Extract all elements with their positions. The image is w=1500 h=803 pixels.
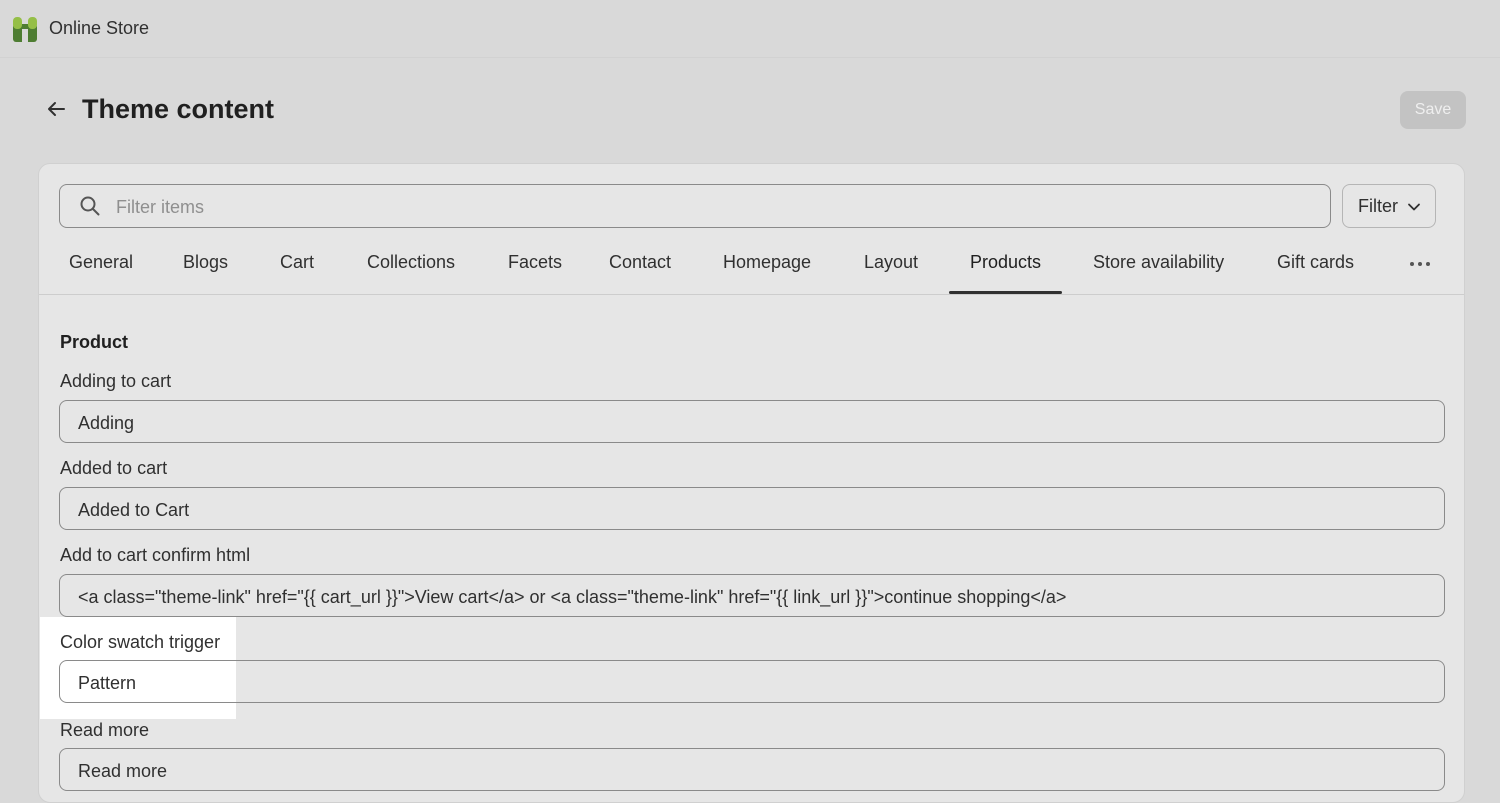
read-more-input[interactable] <box>76 758 1430 784</box>
search-box[interactable] <box>59 184 1331 228</box>
more-horizontal-icon[interactable] <box>1409 260 1431 268</box>
tab-collections[interactable]: Collections <box>367 252 455 273</box>
save-button[interactable]: Save <box>1400 91 1466 129</box>
add-to-cart-confirm-html-input[interactable] <box>76 584 1430 610</box>
tab-store-availability[interactable]: Store availability <box>1093 252 1224 273</box>
filter-button[interactable]: Filter <box>1342 184 1436 228</box>
search-input[interactable] <box>114 193 1308 221</box>
theme-content-card: Filter General Blogs Cart Collections Fa… <box>38 163 1465 803</box>
arrow-left-icon[interactable] <box>44 97 68 121</box>
field-label-add-to-cart-confirm-html: Add to cart confirm html <box>60 545 251 565</box>
tab-general[interactable]: General <box>69 252 133 273</box>
tab-blogs[interactable]: Blogs <box>183 252 228 273</box>
field-label-color-swatch-trigger: Color swatch trigger <box>60 632 221 652</box>
field-read-more[interactable] <box>59 748 1445 791</box>
field-label-added-to-cart: Added to cart <box>60 458 168 478</box>
tab-facets[interactable]: Facets <box>508 252 562 273</box>
field-label-read-more: Read more <box>60 720 150 740</box>
section-title: Product <box>60 332 129 352</box>
tab-layout[interactable]: Layout <box>864 252 918 273</box>
field-add-to-cart-confirm-html[interactable] <box>59 574 1445 617</box>
tab-bar: General Blogs Cart Collections Facets Co… <box>39 238 1464 295</box>
field-label-adding-to-cart: Adding to cart <box>60 371 172 391</box>
store-logo-icon <box>13 17 37 42</box>
tab-cart[interactable]: Cart <box>280 252 314 273</box>
tab-contact[interactable]: Contact <box>609 252 671 273</box>
page-title: Theme content <box>82 94 275 124</box>
chevron-down-icon <box>1408 203 1420 211</box>
color-swatch-trigger-input[interactable] <box>76 670 1430 696</box>
active-tab-indicator <box>949 291 1062 294</box>
app-title: Online Store <box>49 18 150 38</box>
field-added-to-cart[interactable] <box>59 487 1445 530</box>
tab-products[interactable]: Products <box>970 252 1041 273</box>
field-adding-to-cart[interactable] <box>59 400 1445 443</box>
adding-to-cart-input[interactable] <box>76 410 1430 436</box>
added-to-cart-input[interactable] <box>76 497 1430 523</box>
field-color-swatch-trigger[interactable] <box>59 660 1445 703</box>
tab-homepage[interactable]: Homepage <box>723 252 811 273</box>
filter-label: Filter <box>1358 195 1398 216</box>
tab-gift-cards[interactable]: Gift cards <box>1277 252 1354 273</box>
top-bar: Online Store <box>0 0 1500 58</box>
search-icon <box>80 196 100 216</box>
